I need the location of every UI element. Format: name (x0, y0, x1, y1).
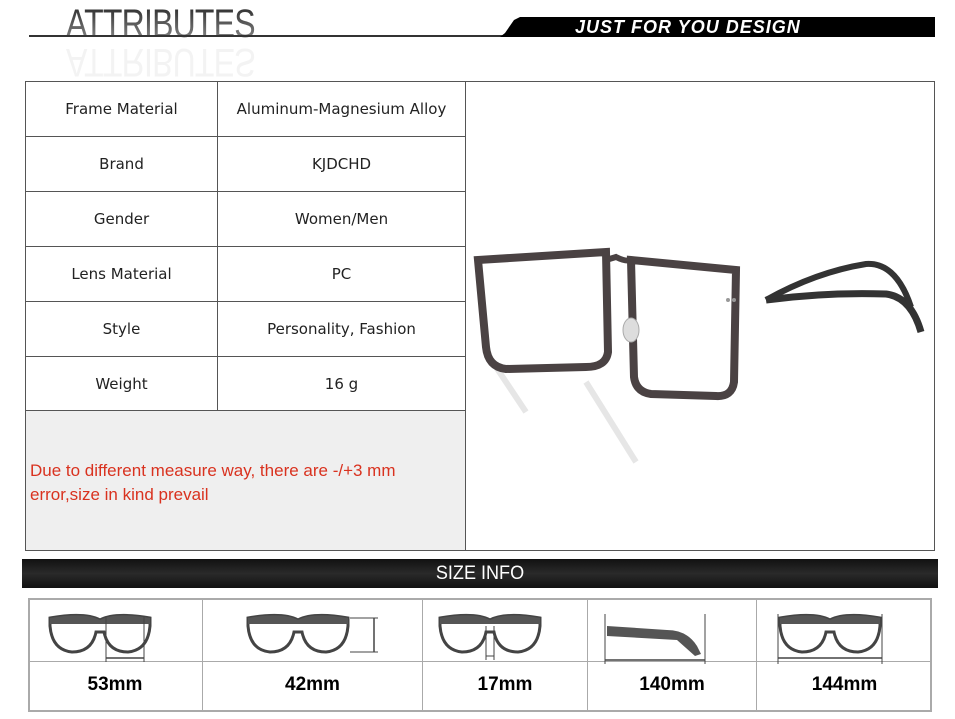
bridge-width-icon (438, 613, 542, 660)
attribute-row: Lens Material PC (25, 246, 466, 302)
lens-height-icon (246, 613, 378, 654)
attribute-value: Personality, Fashion (217, 301, 466, 357)
attribute-row: Weight 16 g (25, 356, 466, 412)
attribute-key: Brand (25, 136, 218, 192)
size-item: 140mm (588, 598, 757, 712)
lens-width-icon (48, 613, 152, 662)
size-info-title: SIZE INFO (435, 563, 525, 584)
measurement-note: Due to different measure way, there are … (25, 410, 466, 551)
attribute-value: KJDCHD (217, 136, 466, 192)
size-value: 144mm (811, 674, 878, 695)
size-value: 53mm (87, 674, 143, 695)
attribute-key: Weight (25, 356, 218, 412)
attribute-value: Women/Men (217, 191, 466, 247)
attribute-value: Aluminum-Magnesium Alloy (217, 81, 466, 137)
frame-width-icon (777, 613, 882, 664)
size-item: 17mm (423, 598, 588, 712)
product-photo-eyeglasses (473, 247, 925, 464)
size-item: 42mm (203, 598, 423, 712)
attributes-title-reflection: ATTRIBUTES (66, 40, 255, 84)
attribute-value: 16 g (217, 356, 466, 412)
attribute-row: Style Personality, Fashion (25, 301, 466, 357)
size-item: 144mm (757, 598, 932, 712)
size-item: 53mm (28, 598, 203, 712)
size-value: 140mm (639, 674, 705, 695)
size-value: 42mm (285, 674, 340, 695)
attribute-key: Style (25, 301, 218, 357)
attribute-row: Brand KJDCHD (25, 136, 466, 192)
tagline-text: JUST FOR YOU DESIGN (575, 17, 801, 37)
attribute-row: Gender Women/Men (25, 191, 466, 247)
size-value: 17mm (477, 674, 533, 695)
temple-length-icon (604, 614, 706, 664)
attribute-key: Gender (25, 191, 218, 247)
attribute-value: PC (217, 246, 466, 302)
attribute-row: Frame Material Aluminum-Magnesium Alloy (25, 81, 466, 137)
attributes-table: Frame Material Aluminum-Magnesium Alloy Br… (25, 81, 466, 412)
attribute-key: Frame Material (25, 81, 218, 137)
attribute-key: Lens Material (25, 246, 218, 302)
